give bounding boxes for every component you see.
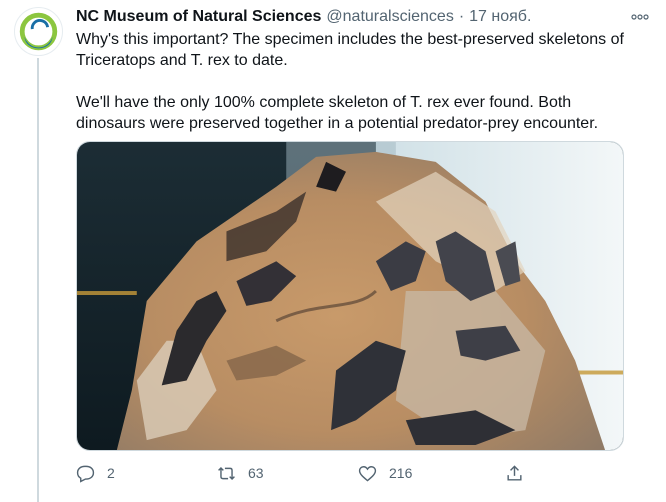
reply-icon: [76, 465, 95, 483]
photo-fossil-specimen: [77, 142, 623, 450]
author-name[interactable]: NC Museum of Natural Sciences: [76, 8, 321, 26]
more-dots-icon[interactable]: [628, 8, 652, 26]
like-button[interactable]: 216: [358, 464, 505, 483]
like-count: 216: [389, 465, 413, 481]
share-icon: [507, 464, 522, 481]
tweet-date[interactable]: 17 нояб.: [469, 8, 531, 26]
author-handle[interactable]: @naturalsciences: [326, 8, 453, 26]
avatar[interactable]: [14, 7, 63, 56]
museum-logo-icon: [15, 8, 62, 55]
reply-count: 2: [107, 465, 115, 481]
tweet-photo[interactable]: [76, 141, 624, 451]
reply-button[interactable]: 2: [76, 464, 217, 483]
share-button[interactable]: [505, 464, 524, 483]
tweet-header: NC Museum of Natural Sciences @naturalsc…: [76, 6, 654, 28]
separator-dot: ·: [458, 8, 465, 25]
thread-line: [37, 58, 39, 502]
tweet-paragraph: We'll have the only 100% complete skelet…: [76, 94, 599, 132]
retweet-icon: [218, 466, 235, 480]
tweet-paragraph: Why's this important? The specimen inclu…: [76, 31, 624, 69]
retweet-button[interactable]: 63: [217, 464, 358, 483]
tweet-text: Why's this important? The specimen inclu…: [76, 29, 636, 134]
tweet-actions: 2 63 216: [76, 460, 546, 486]
retweet-count: 63: [248, 465, 264, 481]
heart-icon: [358, 465, 377, 482]
